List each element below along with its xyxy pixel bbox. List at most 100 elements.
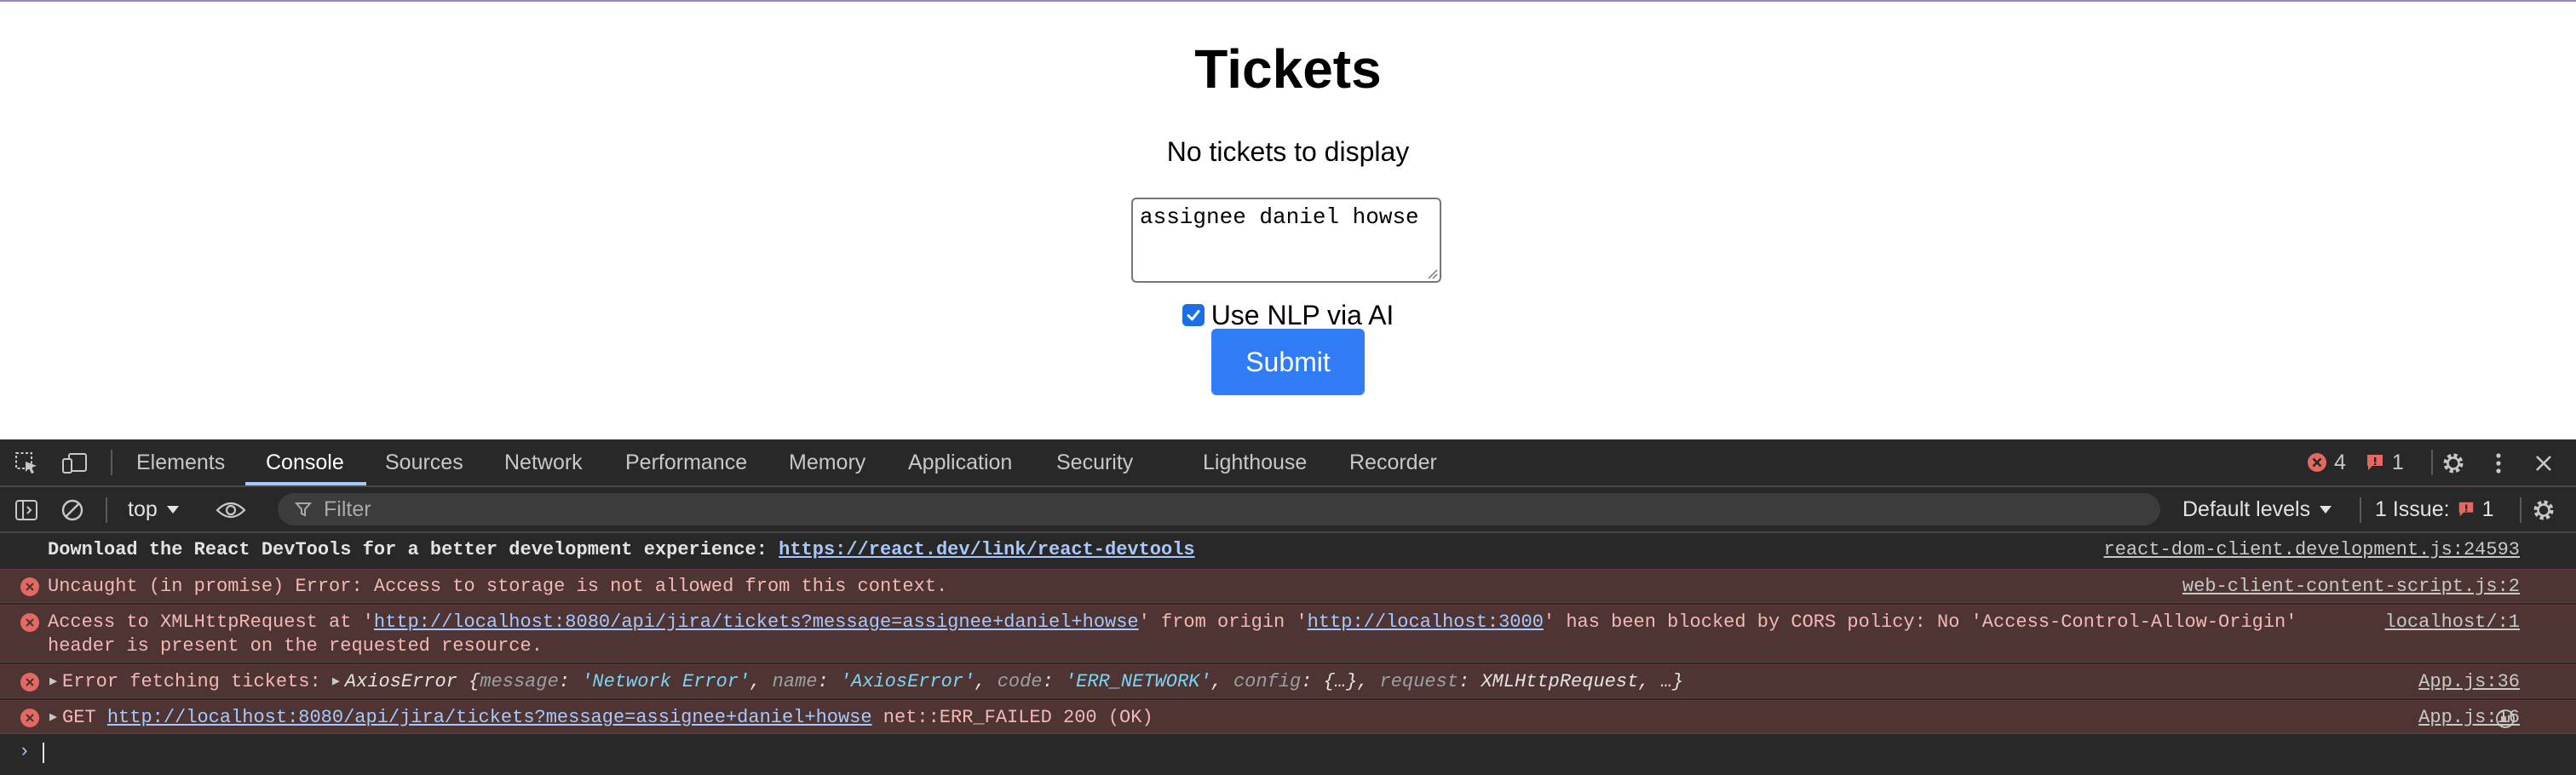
console-prompt-icon: › [19,741,31,762]
console-message: Download the React DevTools for a better… [0,533,2576,567]
tab-bar-separator-right [2431,450,2433,475]
filter-placeholder: Filter [324,497,371,521]
empty-state-message: No tickets to display [1166,136,1410,167]
request-url-link[interactable]: http://localhost:8080/api/jira/tickets?m… [374,611,1139,633]
issue-count: 1 [2391,450,2404,474]
error-x-icon [20,673,39,692]
checkmark-icon [1187,310,1200,321]
object-value: 'ERR_NETWORK' [1064,671,1211,692]
issue-flag-icon [2366,455,2383,470]
cors-text-part: ' has been blocked by CORS policy: No 'A… [1543,611,2297,633]
console-output: Download the React DevTools for a better… [0,533,2576,775]
query-textarea[interactable]: assignee daniel howse [1131,198,1441,283]
tab-recorder[interactable]: Recorder [1349,439,1437,485]
object-key: config [1233,671,1302,692]
cors-text-part: header is present on the requested resou… [48,635,543,657]
submit-button[interactable]: Submit [1211,329,1365,395]
error-source-link[interactable]: localhost/:1 [2385,611,2520,634]
object-value: 'Network Error' [581,671,750,692]
issue-flag-icon [2458,502,2473,517]
tab-memory[interactable]: Memory [789,439,865,485]
nlp-option: Use NLP via AI [0,296,2576,332]
ai-assist-icon[interactable] [2494,708,2516,730]
request-url-link[interactable]: http://localhost:8080/api/jira/tickets?m… [107,707,872,728]
console-input-caret[interactable] [43,743,44,763]
expand-triangle-icon[interactable]: ▶ [49,670,57,694]
nlp-label[interactable]: Use NLP via AI [1211,298,1394,332]
object-key: code [997,671,1043,692]
network-status: net::ERR_FAILED 200 (OK) [871,707,1153,728]
error-x-icon [20,577,39,596]
object-tail: …} [1660,671,1684,692]
error-count: 4 [2334,450,2346,474]
nlp-checkbox[interactable] [1182,304,1205,326]
origin-url-link[interactable]: http://localhost:3000 [1308,611,1544,633]
console-error: Uncaught (in promise) Error: Access to s… [0,569,2576,603]
object-key: request [1379,671,1459,692]
object-key: name [772,671,818,692]
tab-sources[interactable]: Sources [385,439,463,485]
resize-grip-icon[interactable] [1426,267,1438,279]
cors-text-part: ' from origin ' [1138,611,1308,633]
inspect-element-icon[interactable] [14,451,39,476]
sidebar-toggle-icon[interactable] [14,497,39,523]
network-error-text: ▶ GET http://localhost:8080/api/jira/tick… [49,706,1153,730]
issues-link[interactable]: 1 Issue: 1 [2375,487,2493,531]
device-toolbar-icon[interactable] [61,451,89,476]
error-counter[interactable]: 4 1 [2307,439,2404,485]
object-value: XMLHttpRequest [1481,671,1639,692]
context-selector-label: top [128,497,158,521]
tab-network[interactable]: Network [504,439,583,485]
error-x-icon [2308,453,2326,472]
cors-error-text: Access to XMLHttpRequest at 'http://loca… [48,611,2297,658]
console-toolbar: top Filter Default levels 1 Issue: 1 [0,487,2576,533]
settings-gear-icon[interactable] [2440,450,2467,477]
tab-elements[interactable]: Elements [136,439,225,485]
http-method: GET [62,707,107,728]
tab-application[interactable]: Application [908,439,1012,485]
context-selector[interactable]: top [128,487,180,531]
tab-console[interactable]: Console [266,439,344,485]
object-key: message [480,671,559,692]
caret-down-icon [166,506,179,514]
page-title: Tickets [1194,38,1382,100]
active-tab-indicator [245,482,366,485]
clear-console-icon[interactable] [60,497,85,523]
tab-security[interactable]: Security [1056,439,1133,485]
error-source-link[interactable]: App.js:36 [2418,670,2520,694]
console-error: ▶ GET http://localhost:8080/api/jira/tick… [0,700,2576,734]
log-levels-dropdown[interactable]: Default levels [2182,487,2332,531]
console-filter-input[interactable]: Filter [278,493,2160,525]
expand-triangle-icon[interactable]: ▶ [332,670,340,694]
tab-lighthouse[interactable]: Lighthouse [1203,439,1307,485]
issues-count: 1 [2481,497,2494,521]
filter-funnel-icon [295,502,312,517]
message-source-link[interactable]: react-dom-client.development.js:24593 [2104,538,2520,562]
live-expression-eye-icon[interactable] [215,497,247,523]
cors-text-part: Access to XMLHttpRequest at ' [48,611,374,633]
error-source-link[interactable]: web-client-content-script.js:2 [2182,575,2520,599]
error-x-icon [20,613,39,632]
console-error: Access to XMLHttpRequest at 'http://loca… [0,605,2576,663]
console-settings-gear-icon[interactable] [2530,497,2557,524]
expand-triangle-icon[interactable]: ▶ [49,706,57,730]
devtools-hint-text: Download the React DevTools for a better… [48,539,779,560]
error-x-icon [20,709,39,727]
object-brace: { [469,671,480,692]
console-error: ▶ Error fetching tickets: ▶ AxiosError {me… [0,664,2576,698]
object-class-name: AxiosError [344,671,457,692]
tab-bar-separator [111,450,112,475]
devtools-tab-bar: Elements Console Sources Network Perform… [0,439,2576,487]
devtools-panel: Elements Console Sources Network Perform… [0,439,2576,775]
toolbar-separator-end [2520,497,2521,523]
tab-performance[interactable]: Performance [625,439,747,485]
react-devtools-link[interactable]: https://react.dev/link/react-devtools [779,539,1194,560]
object-value: {…} [1323,671,1358,692]
more-options-icon[interactable] [2486,450,2511,477]
close-devtools-icon[interactable] [2530,450,2557,477]
log-levels-label: Default levels [2182,497,2311,521]
caret-down-icon [2320,506,2332,514]
object-value: 'AxiosError' [839,671,975,692]
error-text: Uncaught (in promise) Error: Access to s… [48,576,948,597]
toolbar-separator [106,497,107,523]
